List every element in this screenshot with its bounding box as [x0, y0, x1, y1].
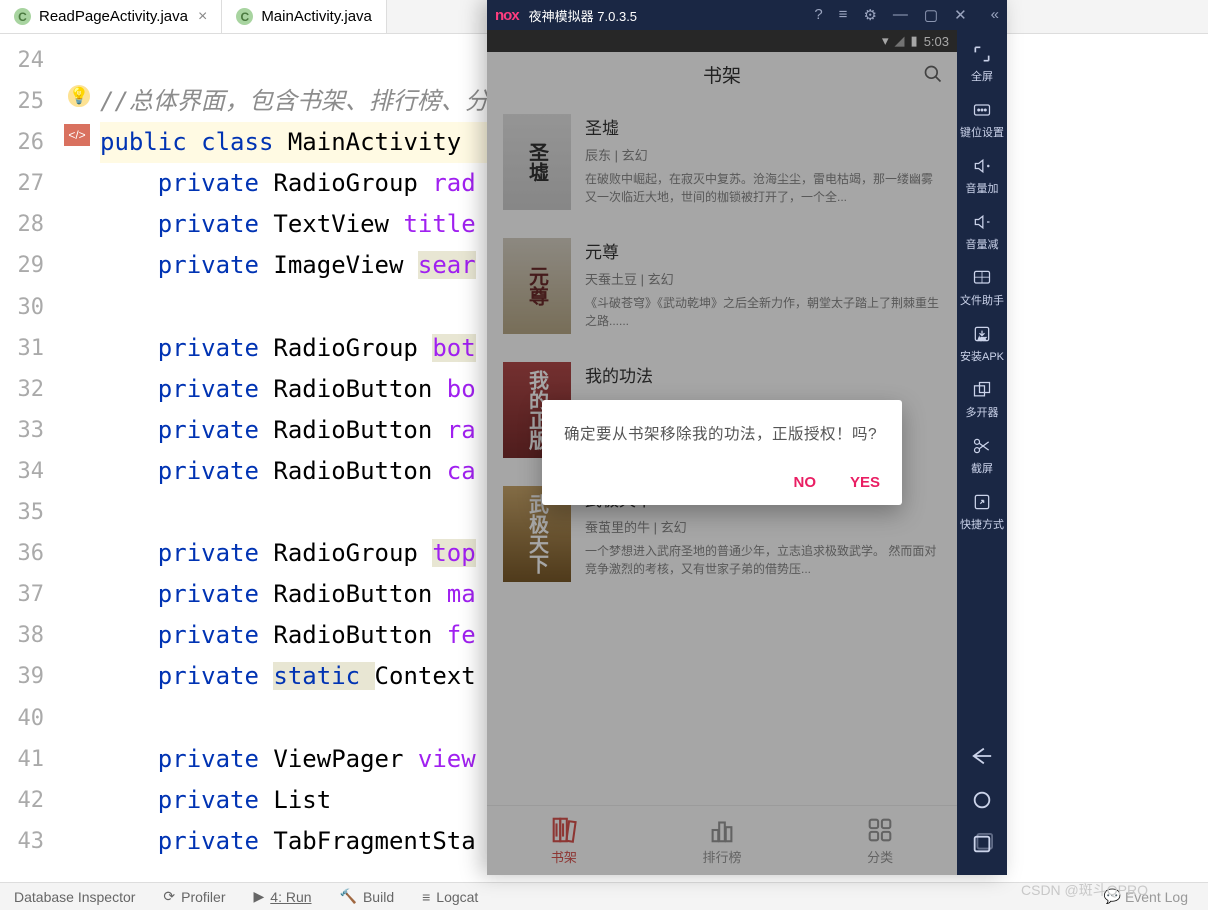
help-icon[interactable]: ?: [814, 6, 822, 24]
minimize-icon[interactable]: —: [893, 6, 908, 24]
profiler-tab[interactable]: ⟳Profiler: [149, 888, 239, 905]
emulator-title: 夜神模拟器 7.0.3.5: [529, 6, 637, 25]
run-tab[interactable]: ▶4: Run: [240, 888, 326, 905]
run-label: 4: Run: [270, 889, 311, 905]
sidebar-item-shortcut[interactable]: 快捷方式: [957, 484, 1007, 540]
apk-icon: APK: [972, 324, 992, 344]
logcat-label: Logcat: [436, 889, 478, 905]
fullscreen-icon: [972, 44, 992, 64]
sidebar-item-keymap[interactable]: 键位设置: [957, 92, 1007, 148]
folder-icon: [972, 268, 992, 288]
maximize-icon[interactable]: ▢: [924, 6, 938, 24]
close-icon[interactable]: ✕: [954, 6, 967, 24]
sidebar-item-volume-up[interactable]: 音量加: [957, 148, 1007, 204]
shortcut-icon: [972, 492, 992, 512]
emulator-titlebar[interactable]: nox 夜神模拟器 7.0.3.5 ? ≡ ⚙ — ▢ ✕ «: [487, 0, 1007, 30]
multi-icon: [972, 380, 992, 400]
sidebar-item-apk[interactable]: APK 安装APK: [957, 316, 1007, 372]
build-tab[interactable]: 🔨Build: [326, 888, 409, 905]
java-class-icon: C: [14, 8, 31, 25]
tab-label: ReadPageActivity.java: [39, 8, 188, 25]
gear-icon[interactable]: ⚙: [863, 6, 876, 24]
emulator-sidebar: 全屏键位设置音量加音量减文件助手 APK 安装APK 多开器截屏快捷方式: [957, 30, 1007, 875]
nox-logo-icon: nox: [495, 7, 519, 24]
tab-label: MainActivity.java: [261, 8, 372, 25]
modal-overlay: 确定要从书架移除我的功法，正版授权！吗? NO YES: [487, 30, 957, 875]
confirm-dialog: 确定要从书架移除我的功法，正版授权！吗? NO YES: [542, 400, 902, 505]
sidebar-item-volume-down[interactable]: 音量减: [957, 204, 1007, 260]
code-editor[interactable]: //总体界面，包含书架、排行榜、分public class MainActivi…: [100, 34, 489, 862]
menu-icon[interactable]: ≡: [839, 6, 848, 24]
gutter-icons: 💡 </>: [58, 34, 100, 862]
db-inspector-tab[interactable]: Database Inspector: [0, 889, 149, 905]
line-numbers-gutter: 2425262728293031323334353637383940414243: [0, 34, 58, 862]
back-icon[interactable]: [971, 745, 993, 767]
tab-read-page-activity[interactable]: C ReadPageActivity.java ×: [0, 0, 222, 33]
close-icon[interactable]: ×: [198, 8, 207, 26]
sidebar-label: 音量加: [966, 180, 999, 196]
svg-text:APK: APK: [978, 337, 987, 342]
profiler-label: Profiler: [181, 889, 225, 905]
sidebar-label: 音量减: [966, 236, 999, 252]
sidebar-label: 截屏: [971, 460, 993, 476]
intention-bulb-icon[interactable]: 💡: [68, 85, 90, 107]
sidebar-label: 键位设置: [960, 124, 1004, 140]
watermark: CSDN @斑斗QPRO: [1021, 880, 1148, 900]
emulator-window: nox 夜神模拟器 7.0.3.5 ? ≡ ⚙ — ▢ ✕ « ▾ ◢ ▮ 5:…: [487, 0, 1007, 875]
scissors-icon: [972, 436, 992, 456]
logcat-tab[interactable]: ≡Logcat: [408, 889, 492, 905]
sidebar-label: 文件助手: [960, 292, 1004, 308]
collapse-sidebar-icon[interactable]: «: [991, 6, 999, 24]
volume-down-icon: [972, 212, 992, 232]
sidebar-label: 快捷方式: [960, 516, 1004, 532]
sidebar-item-multi[interactable]: 多开器: [957, 372, 1007, 428]
gutter-class-icon[interactable]: </>: [64, 124, 90, 146]
sidebar-item-fullscreen[interactable]: 全屏: [957, 36, 1007, 92]
recents-icon[interactable]: [971, 833, 993, 855]
sidebar-item-folder[interactable]: 文件助手: [957, 260, 1007, 316]
keymap-icon: [972, 100, 992, 120]
dialog-yes-button[interactable]: YES: [850, 474, 880, 491]
java-class-icon: C: [236, 8, 253, 25]
volume-up-icon: [972, 156, 992, 176]
sidebar-label: 全屏: [971, 68, 993, 84]
sidebar-item-scissors[interactable]: 截屏: [957, 428, 1007, 484]
dialog-message: 确定要从书架移除我的功法，正版授权！吗?: [564, 422, 880, 444]
db-inspector-label: Database Inspector: [14, 889, 135, 905]
sidebar-label: 安装APK: [960, 348, 1004, 364]
phone-screen: ▾ ◢ ▮ 5:03 书架 圣墟 圣墟 辰东 | 玄幻 在破败中崛起，在寂灭中复…: [487, 30, 957, 875]
dialog-no-button[interactable]: NO: [793, 474, 816, 491]
sidebar-label: 多开器: [966, 404, 999, 420]
home-icon[interactable]: [971, 789, 993, 811]
tab-main-activity[interactable]: C MainActivity.java: [222, 0, 387, 33]
build-label: Build: [363, 889, 394, 905]
